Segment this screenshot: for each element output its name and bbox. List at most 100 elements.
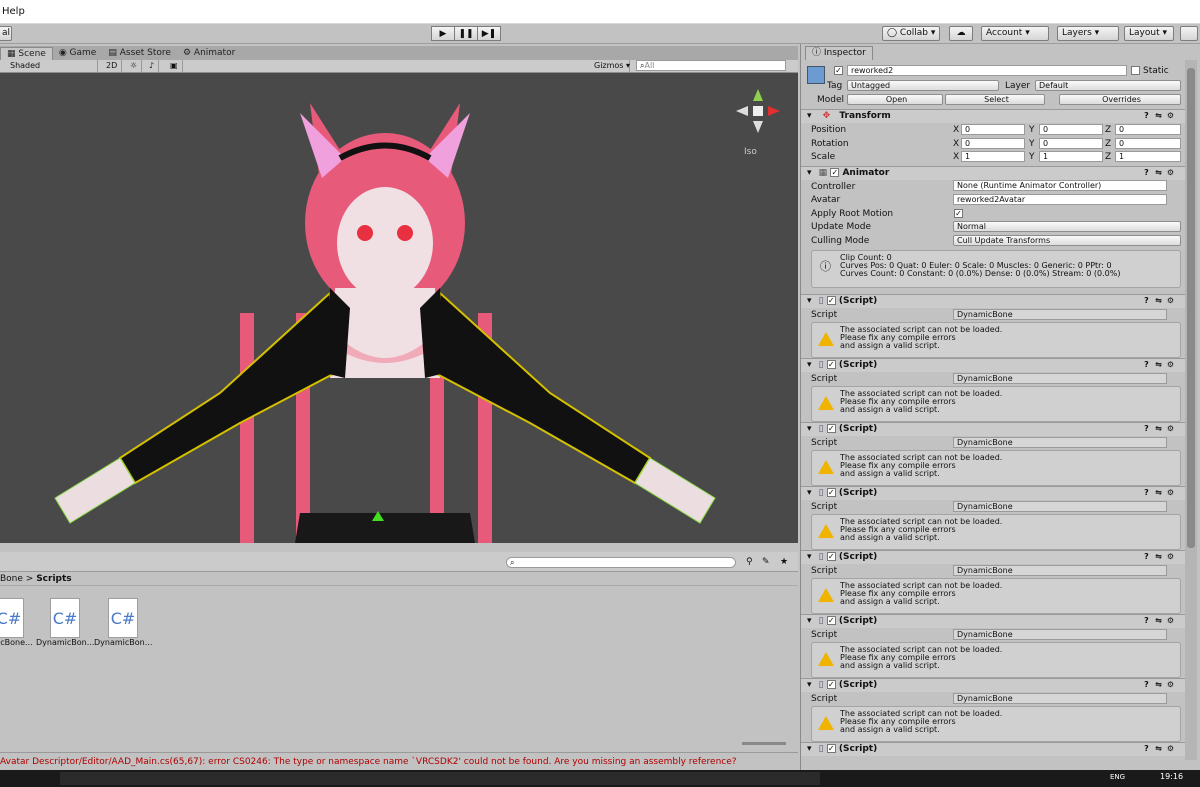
script-component-header[interactable]: ▾ ▯ ✓ (Script) ? ⇋ ⚙ (801, 678, 1185, 692)
scene-search-input[interactable]: ⌕All (636, 60, 786, 71)
label-icon[interactable]: ✎ (762, 557, 770, 567)
settings-icon[interactable]: ⚙ (1166, 552, 1175, 561)
breadcrumb-current[interactable]: Scripts (36, 574, 71, 584)
preset-icon[interactable]: ⇋ (1154, 488, 1163, 497)
help-icon[interactable]: ? (1142, 616, 1151, 625)
script-enabled-checkbox[interactable]: ✓ (826, 488, 836, 497)
preset-icon[interactable]: ⇋ (1154, 424, 1163, 433)
layer-dropdown[interactable]: Default (1035, 80, 1181, 91)
2d-toggle[interactable]: 2D (102, 60, 123, 72)
preset-icon[interactable]: ⇋ (1154, 616, 1163, 625)
scene-view[interactable]: Iso (0, 73, 798, 543)
script-field[interactable]: DynamicBone (953, 437, 1167, 448)
position-x-field[interactable]: 0 (961, 124, 1025, 135)
collab-button[interactable]: ◯ Collab ▾ (882, 26, 940, 41)
script-file[interactable]: C# DynamicBon... (36, 598, 94, 647)
script-enabled-checkbox[interactable]: ✓ (826, 296, 836, 305)
audio-icon[interactable]: ♪ (145, 60, 160, 72)
select-button[interactable]: Select (945, 94, 1045, 105)
clock[interactable]: 19:16 (1160, 772, 1183, 781)
breadcrumb-parent[interactable]: Bone (0, 574, 23, 584)
script-component-header[interactable]: ▾ ▯ ✓ (Script) ? ⇋ ⚙ (801, 358, 1185, 372)
script-component-header[interactable]: ▾ ▯ ✓ (Script) ? ⇋ ⚙ (801, 550, 1185, 564)
apply-root-motion-checkbox[interactable]: ✓ (954, 209, 963, 218)
script-field[interactable]: DynamicBone (953, 373, 1167, 384)
language-indicator[interactable]: ENG (1110, 773, 1125, 781)
controller-field[interactable]: None (Runtime Animator Controller) (953, 180, 1167, 191)
filter-icon[interactable]: ⚲ (746, 557, 753, 567)
scale-z-field[interactable]: 1 (1115, 151, 1181, 162)
icon-size-slider[interactable] (742, 742, 786, 745)
transform-header[interactable]: ▾ ✥ Transform ? ⇋ ⚙ (801, 109, 1185, 123)
help-icon[interactable]: ? (1142, 296, 1151, 305)
preset-icon[interactable]: ⇋ (1154, 111, 1163, 120)
tag-dropdown[interactable]: Untagged (847, 80, 999, 91)
play-button[interactable]: ▶ (431, 26, 455, 41)
shading-mode-dropdown[interactable]: Shaded (6, 60, 98, 72)
settings-icon[interactable]: ⚙ (1166, 680, 1175, 689)
script-field[interactable]: DynamicBone (953, 693, 1167, 704)
settings-icon[interactable]: ⚙ (1166, 616, 1175, 625)
culling-mode-dropdown[interactable]: Cull Update Transforms (953, 235, 1181, 246)
layers-button[interactable]: Layers ▾ (1057, 26, 1119, 41)
help-icon[interactable]: ? (1142, 424, 1151, 433)
script-field[interactable]: DynamicBone (953, 309, 1167, 320)
help-icon[interactable]: ? (1142, 680, 1151, 689)
taskbar-apps[interactable] (60, 772, 820, 785)
favorite-icon[interactable]: ★ (780, 557, 788, 567)
static-checkbox[interactable] (1131, 66, 1140, 75)
help-icon[interactable]: ? (1142, 168, 1151, 177)
preset-icon[interactable]: ⇋ (1154, 296, 1163, 305)
perspective-label[interactable]: Iso (744, 147, 757, 157)
settings-icon[interactable]: ⚙ (1166, 168, 1175, 177)
animator-enabled-checkbox[interactable]: ✓ (830, 168, 840, 177)
preset-icon[interactable]: ⇋ (1154, 680, 1163, 689)
preset-icon[interactable]: ⇋ (1154, 552, 1163, 561)
script-enabled-checkbox[interactable]: ✓ (826, 744, 836, 753)
tab-scene[interactable]: ▦ Scene (0, 47, 53, 60)
help-icon[interactable]: ? (1142, 360, 1151, 369)
tab-asset-store[interactable]: ▤ Asset Store (102, 47, 177, 60)
scale-y-field[interactable]: 1 (1039, 151, 1103, 162)
object-name-field[interactable]: reworked2 (847, 65, 1127, 76)
script-component-header[interactable]: ▾ ▯ ✓ (Script) ? ⇋ ⚙ (801, 614, 1185, 628)
settings-icon[interactable]: ⚙ (1166, 744, 1175, 753)
active-checkbox[interactable]: ✓ (834, 66, 843, 75)
script-file[interactable]: C# amicBone... (0, 598, 38, 647)
preset-icon[interactable]: ⇋ (1154, 744, 1163, 753)
script-file[interactable]: C# DynamicBon... (94, 598, 152, 647)
lighting-icon[interactable]: ☼ (126, 60, 143, 72)
scrollbar-thumb[interactable] (1187, 68, 1195, 548)
tab-animator[interactable]: ⚙ Animator (177, 47, 241, 60)
layout-button[interactable]: Layout ▾ (1124, 26, 1174, 41)
gizmos-dropdown[interactable]: Gizmos ▾ (590, 60, 630, 72)
settings-icon[interactable]: ⚙ (1166, 296, 1175, 305)
menu-help[interactable]: Help (2, 6, 25, 17)
animator-header[interactable]: ▾ ▦ ✓ Animator ? ⇋ ⚙ (801, 166, 1185, 180)
overrides-dropdown[interactable]: Overrides (1059, 94, 1181, 105)
console-error-message[interactable]: Avatar Descriptor/Editor/AAD_Main.cs(65,… (0, 757, 737, 767)
preset-icon[interactable]: ⇋ (1154, 360, 1163, 369)
update-mode-dropdown[interactable]: Normal (953, 221, 1181, 232)
script-enabled-checkbox[interactable]: ✓ (826, 424, 836, 433)
rotation-z-field[interactable]: 0 (1115, 138, 1181, 149)
console-status-bar[interactable]: Avatar Descriptor/Editor/AAD_Main.cs(65,… (0, 752, 798, 770)
account-button[interactable]: Account ▾ (981, 26, 1049, 41)
rotation-y-field[interactable]: 0 (1039, 138, 1103, 149)
script-component-header[interactable]: ▾ ▯ ✓ (Script) ? ⇋ ⚙ (801, 742, 1185, 756)
script-enabled-checkbox[interactable]: ✓ (826, 360, 836, 369)
toolbar-overflow-button[interactable] (1180, 26, 1198, 41)
effects-icon[interactable]: ▣ (166, 60, 183, 72)
script-field[interactable]: DynamicBone (953, 501, 1167, 512)
toolbar-partial-button[interactable]: al (0, 26, 12, 41)
step-button[interactable]: ▶❚ (477, 26, 501, 41)
preset-icon[interactable]: ⇋ (1154, 168, 1163, 177)
script-enabled-checkbox[interactable]: ✓ (826, 680, 836, 689)
position-y-field[interactable]: 0 (1039, 124, 1103, 135)
help-icon[interactable]: ? (1142, 552, 1151, 561)
tab-inspector[interactable]: ⓘ Inspector (805, 46, 873, 60)
script-component-header[interactable]: ▾ ▯ ✓ (Script) ? ⇋ ⚙ (801, 486, 1185, 500)
scene-orientation-gizmo[interactable]: Iso (728, 81, 788, 157)
settings-icon[interactable]: ⚙ (1166, 111, 1175, 120)
rotation-x-field[interactable]: 0 (961, 138, 1025, 149)
